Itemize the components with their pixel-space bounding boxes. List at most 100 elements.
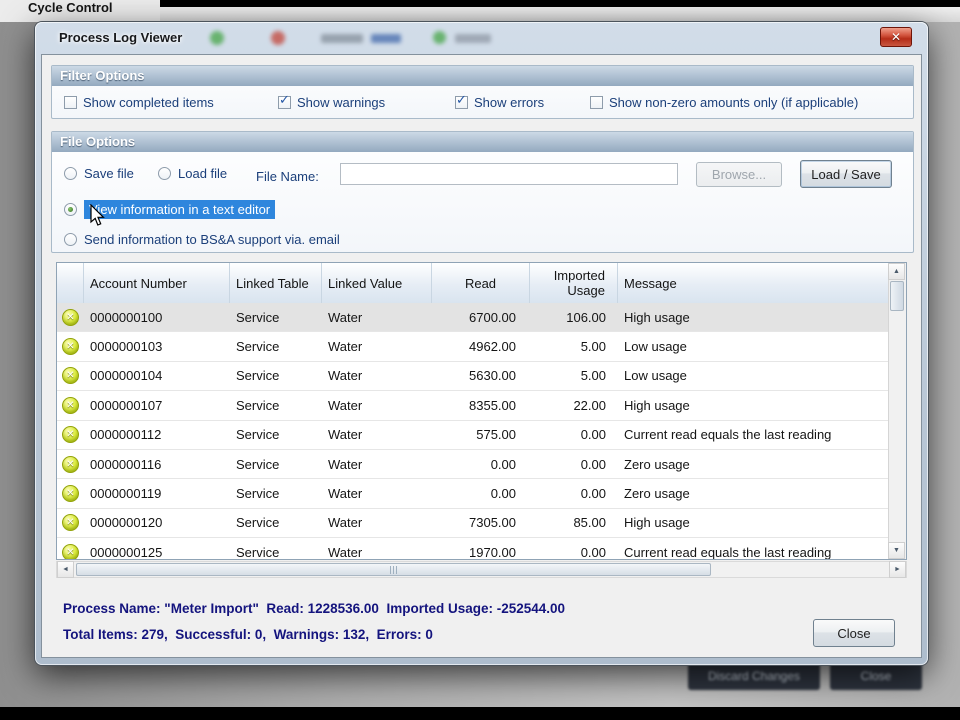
radio-circle	[158, 167, 171, 180]
read-cell: 5630.00	[432, 368, 530, 383]
filter-options-group: Filter Options ✓ Show completed items ✓ …	[51, 65, 914, 119]
linked-table-cell: Service	[230, 310, 322, 325]
linked-table-cell: Service	[230, 486, 322, 501]
table-row[interactable]: ✕ 0000000120 Service Water 7305.00 85.00…	[57, 509, 889, 538]
radio-load-file[interactable]: Load file	[158, 166, 227, 181]
checkbox-show-errors[interactable]: ✓ Show errors	[455, 95, 544, 110]
radio-send-to-support-email[interactable]: Send information to BS&A support via. em…	[64, 232, 340, 247]
imported-usage-cell: 22.00	[530, 398, 618, 413]
grid-header-message[interactable]: Message	[618, 263, 889, 303]
message-cell: Current read equals the last reading	[618, 427, 889, 442]
checkbox-box: ✓	[455, 96, 468, 109]
table-row[interactable]: ✕ 0000000125 Service Water 1970.00 0.00 …	[57, 538, 889, 559]
table-row[interactable]: ✕ 0000000116 Service Water 0.00 0.00 Zer…	[57, 450, 889, 479]
scroll-up-icon[interactable]: ▲	[888, 263, 905, 280]
grid-header-read[interactable]: Read	[432, 263, 530, 303]
message-cell: High usage	[618, 398, 889, 413]
read-cell: 1970.00	[432, 545, 530, 559]
grid-header-linked-value[interactable]: Linked Value	[322, 263, 432, 303]
row-status-cell: ✕	[57, 309, 84, 326]
warning-icon: ✕	[62, 367, 79, 384]
filter-options-header: Filter Options	[52, 66, 913, 86]
check-icon: ✓	[456, 93, 467, 108]
checkbox-box: ✓	[64, 96, 77, 109]
browse-button[interactable]: Browse...	[696, 162, 782, 187]
linked-value-cell: Water	[322, 339, 432, 354]
row-status-cell: ✕	[57, 426, 84, 443]
mouse-cursor	[90, 204, 108, 230]
close-icon[interactable]: ✕	[880, 27, 912, 47]
checkbox-label: Show completed items	[83, 95, 214, 110]
table-row[interactable]: ✕ 0000000107 Service Water 8355.00 22.00…	[57, 391, 889, 420]
linked-table-cell: Service	[230, 427, 322, 442]
warning-icon: ✕	[62, 544, 79, 559]
account-number-cell: 0000000125	[84, 545, 230, 559]
horizontal-scrollbar[interactable]: ◄ ►	[56, 561, 907, 578]
grid-header-row: Account Number Linked Table Linked Value…	[57, 263, 889, 304]
vertical-scrollbar[interactable]: ▲ ▼	[888, 263, 906, 559]
row-status-cell: ✕	[57, 456, 84, 473]
linked-table-cell: Service	[230, 515, 322, 530]
process-summary-line: Process Name: "Meter Import" Read: 12285…	[63, 601, 565, 616]
scroll-left-icon[interactable]: ◄	[57, 561, 74, 578]
linked-value-cell: Water	[322, 398, 432, 413]
vertical-scrollbar-thumb[interactable]	[890, 281, 904, 311]
scroll-right-icon[interactable]: ►	[889, 561, 906, 578]
dialog-titlebar[interactable]: Process Log Viewer ✕	[35, 22, 928, 54]
imported-usage-cell: 85.00	[530, 515, 618, 530]
log-grid: Account Number Linked Table Linked Value…	[56, 262, 907, 560]
row-status-cell: ✕	[57, 514, 84, 531]
table-row[interactable]: ✕ 0000000119 Service Water 0.00 0.00 Zer…	[57, 479, 889, 508]
file-name-input[interactable]	[340, 163, 678, 185]
table-row[interactable]: ✕ 0000000112 Service Water 575.00 0.00 C…	[57, 421, 889, 450]
check-icon: ✓	[279, 93, 290, 108]
linked-value-cell: Water	[322, 368, 432, 383]
linked-value-cell: Water	[322, 310, 432, 325]
file-options-group: File Options Save file Load file File Na…	[51, 131, 914, 253]
table-row[interactable]: ✕ 0000000104 Service Water 5630.00 5.00 …	[57, 362, 889, 391]
checkbox-label: Show errors	[474, 95, 544, 110]
grid-header-linked-table[interactable]: Linked Table	[230, 263, 322, 303]
load-save-button[interactable]: Load / Save	[800, 160, 892, 188]
grid-header-account-number[interactable]: Account Number	[84, 263, 230, 303]
warning-x-glyph: ✕	[66, 517, 74, 528]
scrollbar-grip	[390, 566, 399, 574]
blurred-toolbar-icon	[321, 34, 363, 43]
checkbox-show-nonzero-amounts[interactable]: ✓ Show non-zero amounts only (if applica…	[590, 95, 858, 110]
dialog-content: Filter Options ✓ Show completed items ✓ …	[41, 54, 922, 658]
warning-x-glyph: ✕	[66, 547, 74, 558]
warning-x-glyph: ✕	[66, 429, 74, 440]
radio-circle	[64, 203, 77, 216]
read-cell: 6700.00	[432, 310, 530, 325]
checkbox-box: ✓	[278, 96, 291, 109]
account-number-cell: 0000000107	[84, 398, 230, 413]
scroll-down-icon[interactable]: ▼	[888, 542, 905, 559]
row-status-cell: ✕	[57, 367, 84, 384]
message-cell: Zero usage	[618, 457, 889, 472]
table-row[interactable]: ✕ 0000000100 Service Water 6700.00 106.0…	[57, 303, 889, 332]
radio-save-file[interactable]: Save file	[64, 166, 134, 181]
grid-body: ✕ 0000000100 Service Water 6700.00 106.0…	[57, 303, 889, 559]
warning-x-glyph: ✕	[66, 459, 74, 470]
checkbox-show-completed-items[interactable]: ✓ Show completed items	[64, 95, 214, 110]
grid-header-icon-column[interactable]	[57, 263, 84, 303]
linked-table-cell: Service	[230, 368, 322, 383]
close-button[interactable]: Close	[813, 619, 895, 647]
warning-x-glyph: ✕	[66, 370, 74, 381]
table-row[interactable]: ✕ 0000000103 Service Water 4962.00 5.00 …	[57, 332, 889, 361]
horizontal-scrollbar-thumb[interactable]	[76, 563, 711, 576]
grid-header-imported-usage[interactable]: Imported Usage	[530, 263, 618, 303]
background-close-button: Close	[830, 662, 922, 690]
warning-icon: ✕	[62, 514, 79, 531]
file-name-label: File Name:	[256, 169, 319, 184]
checkbox-show-warnings[interactable]: ✓ Show warnings	[278, 95, 385, 110]
account-number-cell: 0000000116	[84, 457, 230, 472]
imported-usage-cell: 0.00	[530, 457, 618, 472]
checkbox-box: ✓	[590, 96, 603, 109]
checkbox-label: Show non-zero amounts only (if applicabl…	[609, 95, 858, 110]
read-cell: 7305.00	[432, 515, 530, 530]
radio-circle	[64, 167, 77, 180]
linked-value-cell: Water	[322, 545, 432, 559]
linked-table-cell: Service	[230, 545, 322, 559]
blurred-toolbar-icon	[210, 31, 224, 45]
